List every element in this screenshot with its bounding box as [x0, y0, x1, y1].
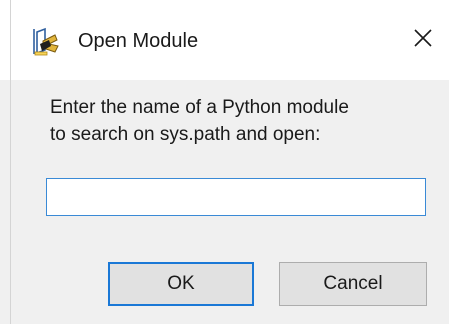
close-button[interactable] [400, 18, 446, 62]
module-name-input[interactable] [46, 178, 426, 216]
prompt-line-2: to search on sys.path and open: [50, 124, 321, 145]
close-icon [413, 28, 433, 53]
window-title: Open Module [78, 30, 199, 52]
window-edge [10, 0, 11, 324]
open-module-dialog: Open Module Enter the name of a Python m… [0, 0, 449, 324]
ok-button[interactable]: OK [108, 262, 254, 306]
title-bar: Open Module [0, 0, 449, 80]
idle-python-icon [31, 26, 61, 56]
cancel-button[interactable]: Cancel [279, 262, 427, 306]
prompt-line-1: Enter the name of a Python module [50, 97, 349, 118]
prompt-text: Enter the name of a Python module to sea… [50, 94, 440, 148]
